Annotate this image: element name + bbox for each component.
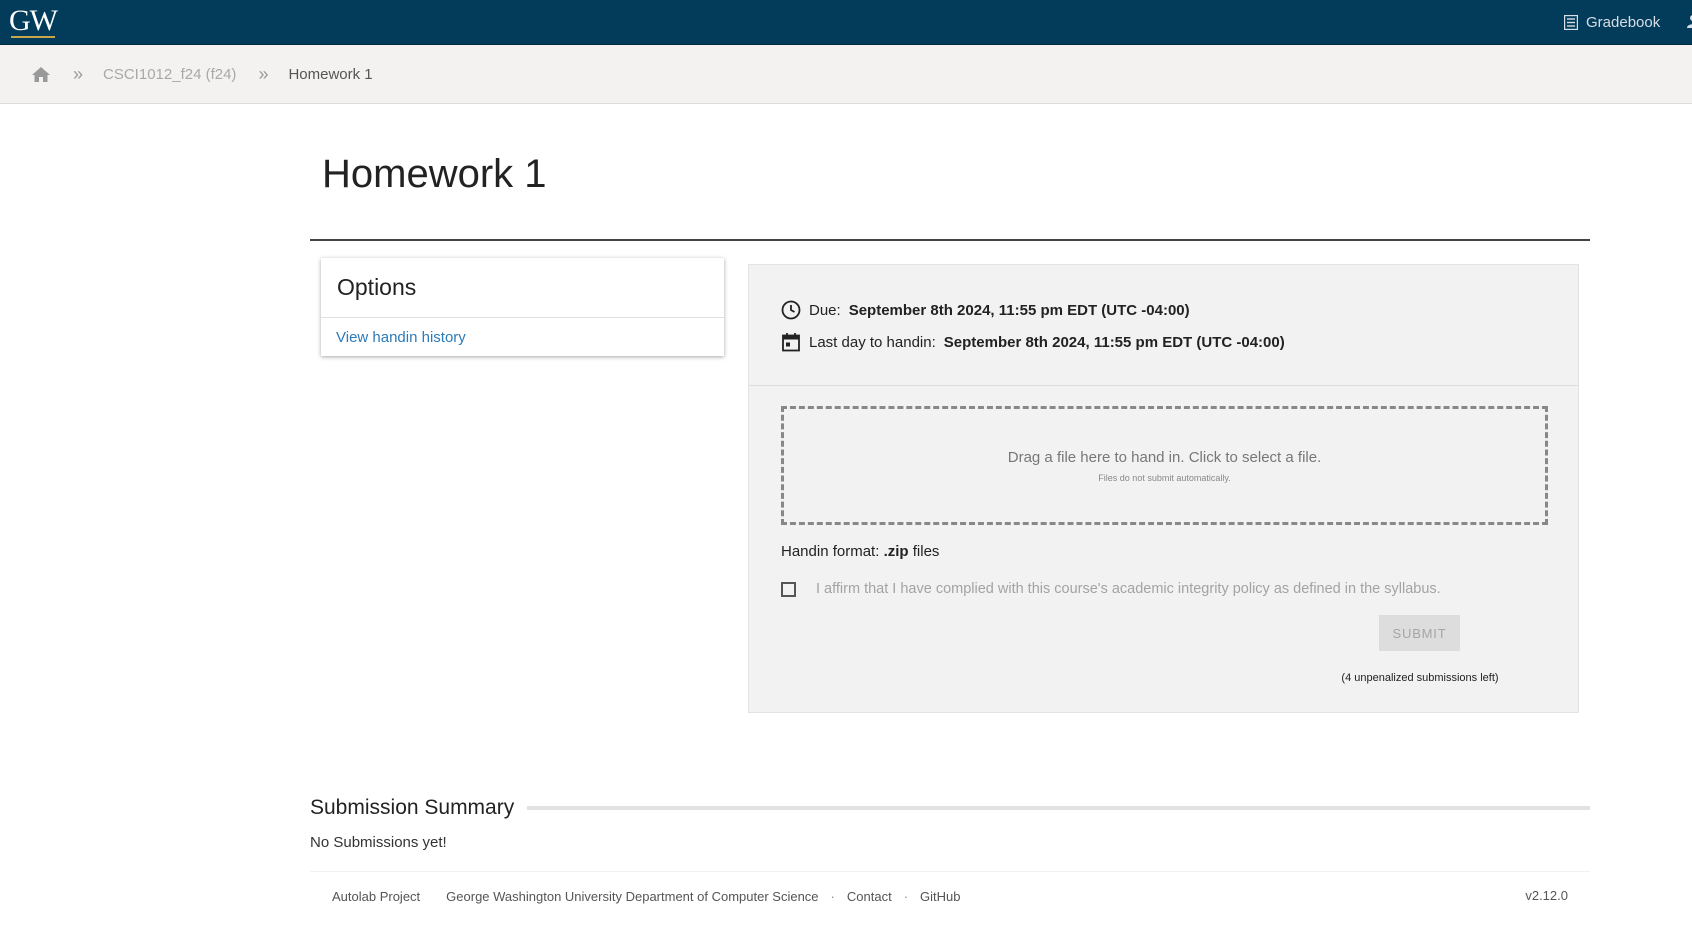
last-day-value: September 8th 2024, 11:55 pm EDT (UTC -0… [943,333,1285,351]
footer-divider [310,871,1590,872]
logo-underline [11,36,55,38]
handin-format: Handin format: .zip files [781,543,939,560]
options-title: Options [321,258,724,318]
gradebook-icon [1564,14,1578,30]
page-title: Homework 1 [322,152,547,196]
version-label: v2.12.0 [1525,888,1568,903]
integrity-checkbox[interactable] [781,581,796,597]
breadcrumb-current: Homework 1 [288,65,373,83]
gw-logo[interactable]: GW [9,4,58,38]
clock-icon [781,300,801,320]
due-date-row: Due: September 8th 2024, 11:55 pm EDT (U… [781,298,1190,322]
breadcrumb: » CSCI1012_f24 (f24) » Homework 1 [0,45,1692,104]
due-value: September 8th 2024, 11:55 pm EDT (UTC -0… [848,301,1190,319]
last-day-label: Last day to handin: [809,333,936,351]
options-card: Options View handin history [321,258,724,356]
footer-github-link[interactable]: GitHub [920,889,960,904]
dropzone-text: Drag a file here to hand in. Click to se… [1007,448,1322,466]
user-icon [1687,15,1692,28]
footer-department-link[interactable]: George Washington University Department … [446,889,818,904]
submit-button[interactable]: SUBMIT [1379,615,1460,651]
file-dropzone[interactable]: Drag a file here to hand in. Click to se… [781,406,1548,525]
breadcrumb-separator: » [258,63,269,84]
due-label: Due: [809,301,841,319]
footer-contact-link[interactable]: Contact [847,889,892,904]
submission-summary-header: Submission Summary [310,794,1590,822]
integrity-affirmation: I affirm that I have complied with this … [781,581,1441,597]
home-icon[interactable] [31,66,51,83]
footer-separator: · [903,888,909,904]
format-value: .zip [883,543,909,560]
footer-autolab-link[interactable]: Autolab Project [332,889,420,904]
summary-divider [527,806,1590,810]
gradebook-label: Gradebook [1586,13,1661,31]
user-menu[interactable] [1686,14,1692,28]
breadcrumb-separator: » [73,63,84,84]
breadcrumb-course-link[interactable]: CSCI1012_f24 (f24) [103,66,236,83]
submissions-left: (4 unpenalized submissions left) [1341,672,1499,684]
submission-summary-title: Submission Summary [310,796,515,819]
top-navbar: GW Gradebook [0,0,1692,45]
format-label: Handin format: [781,543,880,560]
format-suffix: files [912,543,940,560]
integrity-text: I affirm that I have complied with this … [816,581,1441,597]
footer: Autolab Project George Washington Univer… [332,887,961,905]
panel-divider [749,385,1578,386]
gradebook-link[interactable]: Gradebook [1564,8,1660,36]
view-handin-history-link[interactable]: View handin history [321,318,724,356]
footer-separator: · [830,888,835,904]
last-day-row: Last day to handin: September 8th 2024, … [781,330,1285,354]
dropzone-subtext: Files do not submit automatically. [1098,472,1231,483]
no-submissions-text: No Submissions yet! [310,834,447,851]
calendar-icon [782,333,800,352]
handin-panel: Due: September 8th 2024, 11:55 pm EDT (U… [748,264,1579,713]
logo-text: GW [9,4,58,37]
title-divider [310,239,1590,241]
